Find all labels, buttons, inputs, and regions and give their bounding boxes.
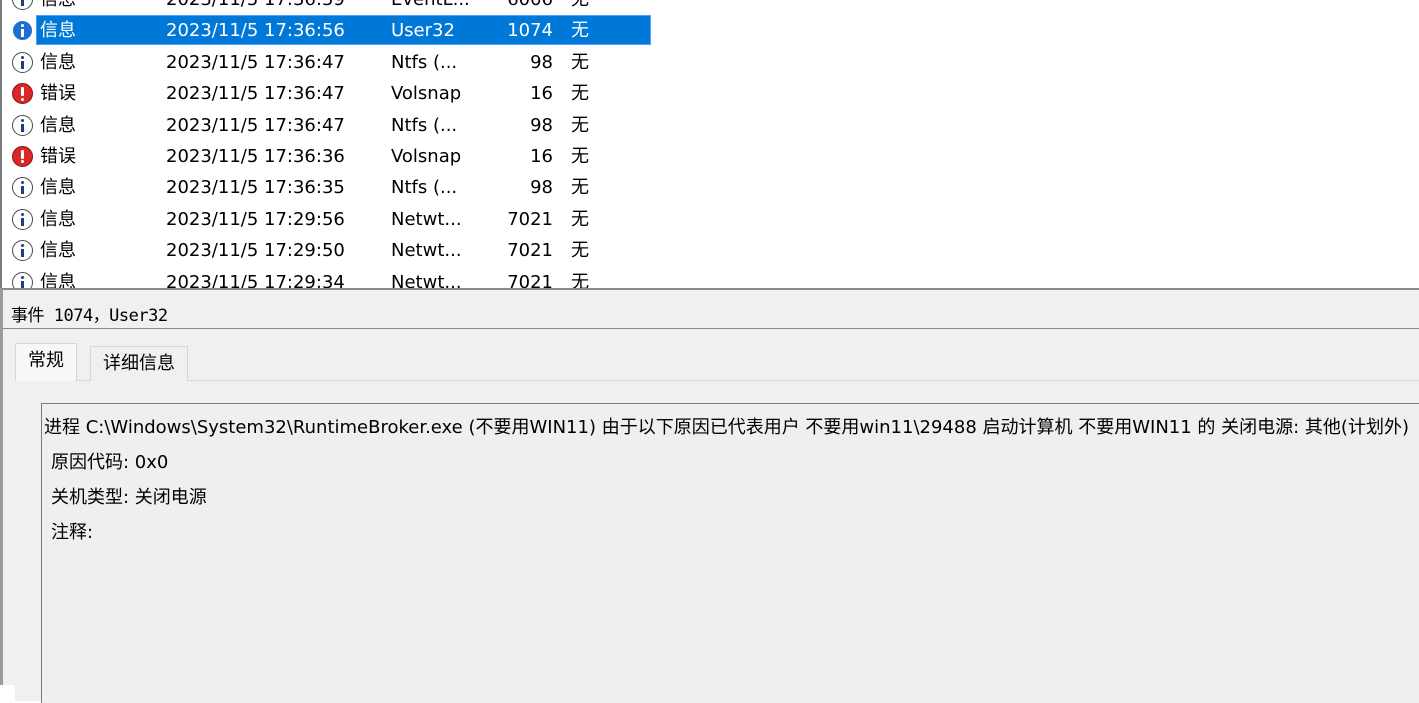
error-icon xyxy=(12,83,33,105)
tab-general[interactable]: 常规 xyxy=(15,343,77,381)
event-row[interactable]: 错误 2023/11/5 17:36:47 Volsnap 16 无 xyxy=(2,78,1419,109)
info-icon xyxy=(12,0,33,10)
event-detail-pane: 事件 1074，User32 详细信息 常规 进程 C:\Windows\Sys… xyxy=(0,288,1419,703)
event-category: 无 xyxy=(571,145,589,167)
detail-title: 事件 1074，User32 xyxy=(11,306,168,326)
event-category: 无 xyxy=(571,0,589,15)
detail-divider xyxy=(3,328,1419,329)
event-row[interactable]: 信息 2023/11/5 17:36:47 Ntfs (... 98 无 xyxy=(2,110,1419,141)
event-description[interactable]: 进程 C:\Windows\System32\RuntimeBroker.exe… xyxy=(41,403,1419,703)
event-category: 无 xyxy=(571,208,589,230)
event-category: 无 xyxy=(571,114,589,136)
event-row[interactable]: 信息 2023/11/5 17:36:47 Ntfs (... 98 无 xyxy=(2,47,1419,78)
info-icon xyxy=(12,208,33,230)
event-level: 错误 xyxy=(40,145,76,167)
shutdown-type-line: 关机类型: 关闭电源 xyxy=(51,487,207,508)
event-id: 98 xyxy=(530,114,553,136)
event-date: 2023/11/5 17:29:56 xyxy=(166,208,345,230)
event-level: 信息 xyxy=(40,0,76,15)
comment-line: 注释: xyxy=(51,522,94,543)
event-id: 1074 xyxy=(507,20,553,42)
event-row[interactable]: 错误 2023/11/5 17:36:36 Volsnap 16 无 xyxy=(2,141,1419,172)
event-category: 无 xyxy=(571,20,589,42)
event-level: 信息 xyxy=(40,177,76,199)
event-row[interactable]: 信息 2023/11/5 17:36:35 Ntfs (... 98 无 xyxy=(2,172,1419,203)
info-icon xyxy=(12,51,33,73)
event-row[interactable]: 信息2023/11/5 17:36:59EventL...6006无 xyxy=(2,0,1419,15)
info-icon xyxy=(12,240,33,262)
event-id: 98 xyxy=(530,177,553,199)
event-date: 2023/11/5 17:29:34 xyxy=(166,271,345,288)
event-date: 2023/11/5 17:36:56 xyxy=(166,20,345,42)
event-level: 信息 xyxy=(40,20,76,42)
event-level: 信息 xyxy=(40,240,76,262)
event-date: 2023/11/5 17:36:59 xyxy=(166,0,345,15)
event-category: 无 xyxy=(571,271,589,288)
event-date: 2023/11/5 17:29:50 xyxy=(166,240,345,262)
event-level: 信息 xyxy=(40,51,76,73)
description-line: 进程 C:\Windows\System32\RuntimeBroker.exe… xyxy=(44,417,1409,438)
event-id: 7021 xyxy=(507,208,553,230)
event-id: 7021 xyxy=(507,240,553,262)
info-icon xyxy=(12,177,33,199)
event-row[interactable]: 信息 2023/11/5 17:29:50 Netwt... 7021 无 xyxy=(2,235,1419,266)
event-row[interactable]: 信息 2023/11/5 17:29:56 Netwt... 7021 无 xyxy=(2,204,1419,235)
event-category: 无 xyxy=(571,240,589,262)
event-category: 无 xyxy=(571,51,589,73)
error-icon xyxy=(12,145,33,167)
event-date: 2023/11/5 17:36:36 xyxy=(166,145,345,167)
event-rows: 信息2023/11/5 17:36:59EventL...6006无信息2023… xyxy=(2,0,1419,288)
event-date: 2023/11/5 17:36:47 xyxy=(166,114,345,136)
info-icon xyxy=(12,271,33,288)
event-level: 信息 xyxy=(40,208,76,230)
tab-details[interactable]: 详细信息 xyxy=(90,346,188,381)
event-category: 无 xyxy=(571,177,589,199)
event-id: 6006 xyxy=(442,0,553,15)
info-icon xyxy=(12,114,33,136)
event-date: 2023/11/5 17:36:47 xyxy=(166,83,345,105)
event-date: 2023/11/5 17:36:35 xyxy=(166,177,345,199)
event-category: 无 xyxy=(571,83,589,105)
event-list[interactable]: 信息2023/11/5 17:36:59EventL...6006无信息2023… xyxy=(0,0,1419,288)
event-row[interactable]: 信息 2023/11/5 17:29:34 Netwt... 7021 无 xyxy=(2,267,1419,288)
event-level: 信息 xyxy=(40,114,76,136)
event-id: 7021 xyxy=(507,271,553,288)
event-id: 98 xyxy=(530,51,553,73)
event-id: 16 xyxy=(530,145,553,167)
reason-code-line: 原因代码: 0x0 xyxy=(51,452,169,473)
event-level: 错误 xyxy=(40,83,76,105)
event-date: 2023/11/5 17:36:47 xyxy=(166,51,345,73)
event-row[interactable]: 信息 2023/11/5 17:36:56 User32 1074 无 xyxy=(2,15,1419,46)
event-level: 信息 xyxy=(40,271,76,288)
info-icon xyxy=(12,20,33,42)
event-id: 16 xyxy=(530,83,553,105)
